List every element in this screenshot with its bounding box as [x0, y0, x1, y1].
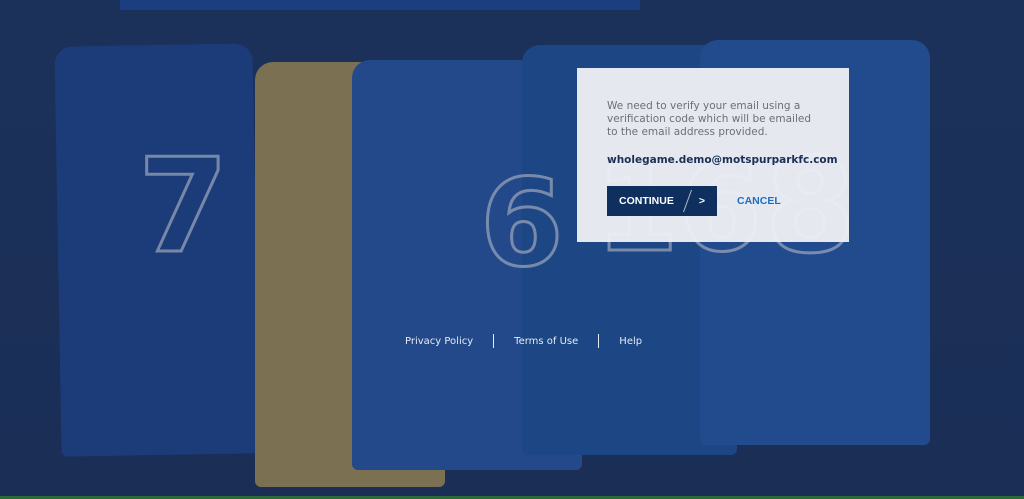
button-divider: [682, 190, 693, 212]
dark-overlay: [0, 0, 1024, 499]
background-image: 7 6 16 8: [0, 0, 1024, 499]
help-link[interactable]: Help: [619, 336, 642, 347]
terms-of-use-link[interactable]: Terms of Use: [514, 336, 578, 347]
cancel-button[interactable]: CANCEL: [737, 195, 781, 207]
dialog-actions: CONTINUE > CANCEL: [607, 186, 821, 216]
verify-email-dialog: We need to verify your email using a ver…: [577, 68, 849, 242]
email-address: wholegame.demo@motspurparkfc.com: [607, 154, 838, 166]
dialog-message: We need to verify your email using a ver…: [607, 100, 811, 138]
footer-divider: [493, 334, 495, 348]
privacy-policy-link[interactable]: Privacy Policy: [405, 336, 473, 347]
footer-links: Privacy Policy Terms of Use Help: [405, 334, 642, 348]
continue-button[interactable]: CONTINUE >: [607, 186, 717, 216]
chevron-right-icon: >: [698, 195, 705, 207]
footer-divider: [598, 334, 600, 348]
continue-label: CONTINUE: [619, 195, 674, 207]
